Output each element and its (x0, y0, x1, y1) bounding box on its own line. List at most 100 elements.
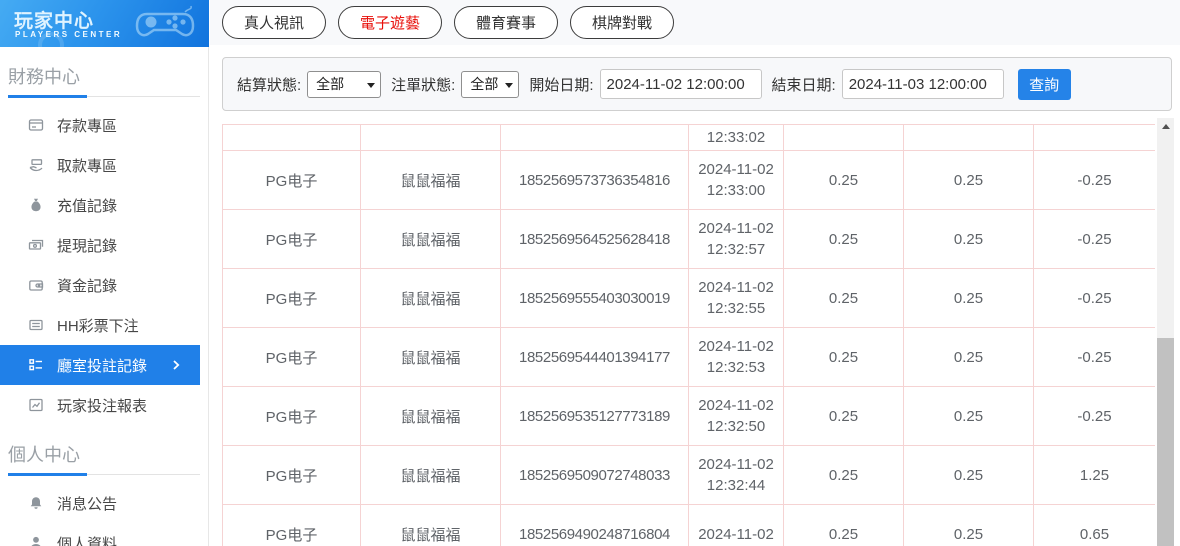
game-name-cell: 鼠鼠福福 (361, 151, 501, 210)
start-date-label: 開始日期: (529, 74, 593, 95)
main-content: 真人視訊電子遊藝體育賽事棋牌對戰 結算狀態: 全部 注單狀態: 全部 開始日期:… (210, 0, 1180, 546)
order-id-cell: 1852569564525628418 (501, 210, 689, 269)
table-cell (784, 125, 904, 151)
table-row-partial: 12:33:02 (223, 125, 1156, 151)
section-divider (8, 473, 200, 476)
payout-cell: 1.25 (1034, 446, 1156, 505)
valid-bet-cell: 0.25 (904, 446, 1034, 505)
player-report-icon (28, 397, 44, 413)
tab-4[interactable]: 棋牌對戰 (570, 6, 674, 39)
bet-time: 12:32:53 (689, 357, 783, 378)
payout-cell: -0.25 (1034, 328, 1156, 387)
bet-time: 12:32:50 (689, 416, 783, 437)
menu: 消息公告個人資料 (0, 483, 208, 546)
valid-bet-cell: 0.25 (904, 387, 1034, 446)
bet-date: 2024-11-02 (689, 159, 783, 180)
provider-cell: PG电子 (223, 328, 361, 387)
provider-cell: PG电子 (223, 269, 361, 328)
order-status-select[interactable]: 全部 (461, 71, 519, 98)
bet-amount-cell: 0.25 (784, 210, 904, 269)
table-row: PG电子鼠鼠福福18525695554030300192024-11-0212:… (223, 269, 1156, 328)
table-row: PG电子鼠鼠福福18525695090727480332024-11-0212:… (223, 446, 1156, 505)
sidebar-item-label: 消息公告 (57, 493, 117, 514)
section-heading: 個人中心 (8, 441, 208, 467)
sidebar-item-deposit[interactable]: 存款專區 (0, 105, 208, 145)
order-id-cell: 1852569573736354816 (501, 151, 689, 210)
sidebar-sections: 財務中心存款專區取款專區充值記錄提現記錄資金記錄HH彩票下注廳室投註記錄玩家投注… (0, 63, 208, 546)
bet-time-cell: 2024-11-0212:32:55 (689, 269, 784, 328)
lottery-bet-icon (28, 317, 44, 333)
sidebar: 玩家中心 PLAYERS CENTER 財務中心存款專區取款專區充值記錄提現記錄… (0, 0, 209, 546)
order-status-label: 注單狀態: (391, 74, 455, 95)
start-date-input[interactable] (600, 69, 762, 99)
search-button[interactable]: 查詢 (1018, 69, 1071, 100)
bet-date: 2024-11-02 (689, 218, 783, 239)
table-cell (223, 125, 361, 151)
sidebar-item-announcement-bell[interactable]: 消息公告 (0, 483, 208, 523)
app-title: 玩家中心 (14, 6, 94, 33)
bet-date: 2024-11-02 (689, 454, 783, 475)
tab-2[interactable]: 電子遊藝 (338, 6, 442, 39)
sidebar-item-profile-person[interactable]: 個人資料 (0, 523, 208, 546)
tab-3[interactable]: 體育賽事 (454, 6, 558, 39)
bet-date: 2024-11-02 (689, 524, 783, 545)
game-name-cell: 鼠鼠福福 (361, 328, 501, 387)
filter-bar: 結算狀態: 全部 注單狀態: 全部 開始日期: 結束日期: 查詢 (222, 57, 1172, 111)
table-row: PG电子鼠鼠福福18525695444013941772024-11-0212:… (223, 328, 1156, 387)
table-cell (904, 125, 1034, 151)
gamepad-icon (135, 4, 195, 47)
sidebar-item-recharge-record[interactable]: 充值記錄 (0, 185, 208, 225)
bet-date: 2024-11-02 (689, 336, 783, 357)
sidebar-item-label: 存款專區 (57, 115, 117, 136)
withdraw-icon (28, 157, 44, 173)
sidebar-item-player-report[interactable]: 玩家投注報表 (0, 385, 208, 425)
end-date-input[interactable] (842, 69, 1004, 99)
bet-time-cell: 2024-11-0212:33:00 (689, 151, 784, 210)
sidebar-item-withdraw[interactable]: 取款專區 (0, 145, 208, 185)
funds-record-icon (28, 277, 44, 293)
chevron-down-icon (505, 83, 513, 88)
sidebar-item-funds-record[interactable]: 資金記錄 (0, 265, 208, 305)
settle-status-select[interactable]: 全部 (307, 71, 381, 98)
settle-status-label: 結算狀態: (237, 74, 301, 95)
chevron-right-icon (168, 357, 184, 373)
sidebar-item-lottery-bet[interactable]: HH彩票下注 (0, 305, 208, 345)
sidebar-item-label: 取款專區 (57, 155, 117, 176)
tab-1[interactable]: 真人視訊 (222, 6, 326, 39)
sidebar-item-label: 個人資料 (57, 533, 117, 546)
sidebar-item-label: 資金記錄 (57, 275, 117, 296)
recharge-record-icon (28, 197, 44, 213)
bet-time: 12:33:00 (689, 180, 783, 201)
room-bet-record-icon (28, 357, 44, 373)
deposit-icon (28, 117, 44, 133)
provider-cell: PG电子 (223, 151, 361, 210)
valid-bet-cell: 0.25 (904, 505, 1034, 546)
bet-time-cell: 2024-11-0212:32:50 (689, 387, 784, 446)
sidebar-header: 玩家中心 PLAYERS CENTER (0, 0, 209, 47)
table-row: PG电子鼠鼠福福18525695351277731892024-11-0212:… (223, 387, 1156, 446)
valid-bet-cell: 0.25 (904, 269, 1034, 328)
scroll-up-button[interactable] (1157, 118, 1174, 135)
cash-out-record-icon (28, 237, 44, 253)
game-name-cell: 鼠鼠福福 (361, 269, 501, 328)
vertical-scrollbar[interactable] (1157, 118, 1174, 546)
bet-amount-cell: 0.25 (784, 505, 904, 546)
order-status-value: 全部 (470, 74, 498, 94)
sidebar-item-room-bet-record[interactable]: 廳室投註記錄 (0, 345, 200, 385)
bet-records-table-viewport: 12:33:02PG电子鼠鼠福福18525695737363548162024-… (222, 118, 1155, 546)
category-tabs: 真人視訊電子遊藝體育賽事棋牌對戰 (210, 0, 1180, 45)
scrollbar-thumb[interactable] (1157, 338, 1174, 546)
sidebar-item-label: 提現記錄 (57, 235, 117, 256)
sidebar-item-label: HH彩票下注 (57, 315, 139, 336)
bet-amount-cell: 0.25 (784, 151, 904, 210)
profile-person-icon (28, 535, 44, 546)
valid-bet-cell: 0.25 (904, 210, 1034, 269)
sidebar-item-cash-out-record[interactable]: 提現記錄 (0, 225, 208, 265)
provider-cell: PG电子 (223, 505, 361, 546)
section-divider (8, 95, 200, 98)
bet-amount-cell: 0.25 (784, 328, 904, 387)
table-cell (1034, 125, 1156, 151)
provider-cell: PG电子 (223, 387, 361, 446)
chevron-down-icon (367, 83, 375, 88)
bet-time: 12:32:57 (689, 239, 783, 260)
